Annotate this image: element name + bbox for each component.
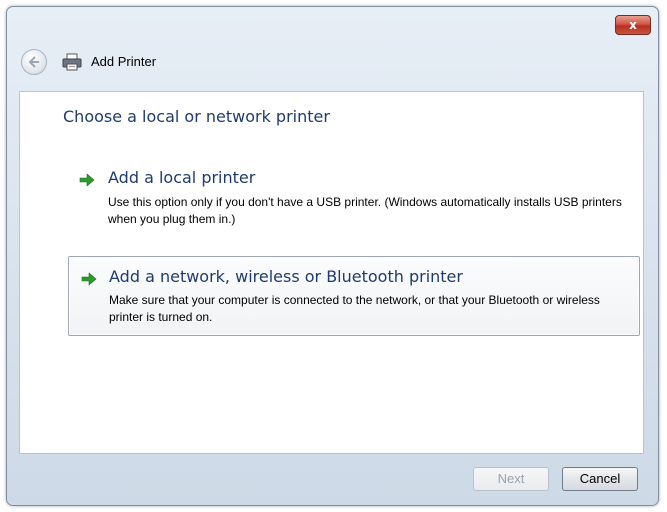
page-heading: Choose a local or network printer [63, 107, 330, 126]
add-printer-window: x Add Printer Choose a local or network … [6, 6, 659, 506]
close-button[interactable]: x [615, 15, 651, 35]
add-local-printer-option[interactable]: Add a local printer Use this option only… [68, 167, 638, 226]
dialog-footer: Next Cancel [7, 454, 658, 505]
add-network-printer-option[interactable]: Add a network, wireless or Bluetooth pri… [68, 256, 640, 336]
cancel-button[interactable]: Cancel [562, 467, 638, 491]
window-title: Add Printer [91, 54, 157, 69]
option-description: Use this option only if you don't have a… [108, 195, 622, 226]
printer-icon [62, 53, 82, 71]
back-button[interactable] [21, 49, 47, 75]
option-title: Add a network, wireless or Bluetooth pri… [109, 267, 463, 286]
green-arrow-icon [81, 272, 97, 286]
option-title: Add a local printer [108, 168, 256, 187]
close-icon: x [629, 18, 637, 32]
back-arrow-icon [28, 56, 39, 68]
next-button[interactable]: Next [473, 467, 549, 491]
green-arrow-icon [79, 173, 95, 187]
option-description: Make sure that your computer is connecte… [109, 293, 600, 324]
content-panel: Choose a local or network printer Add a … [19, 91, 644, 454]
